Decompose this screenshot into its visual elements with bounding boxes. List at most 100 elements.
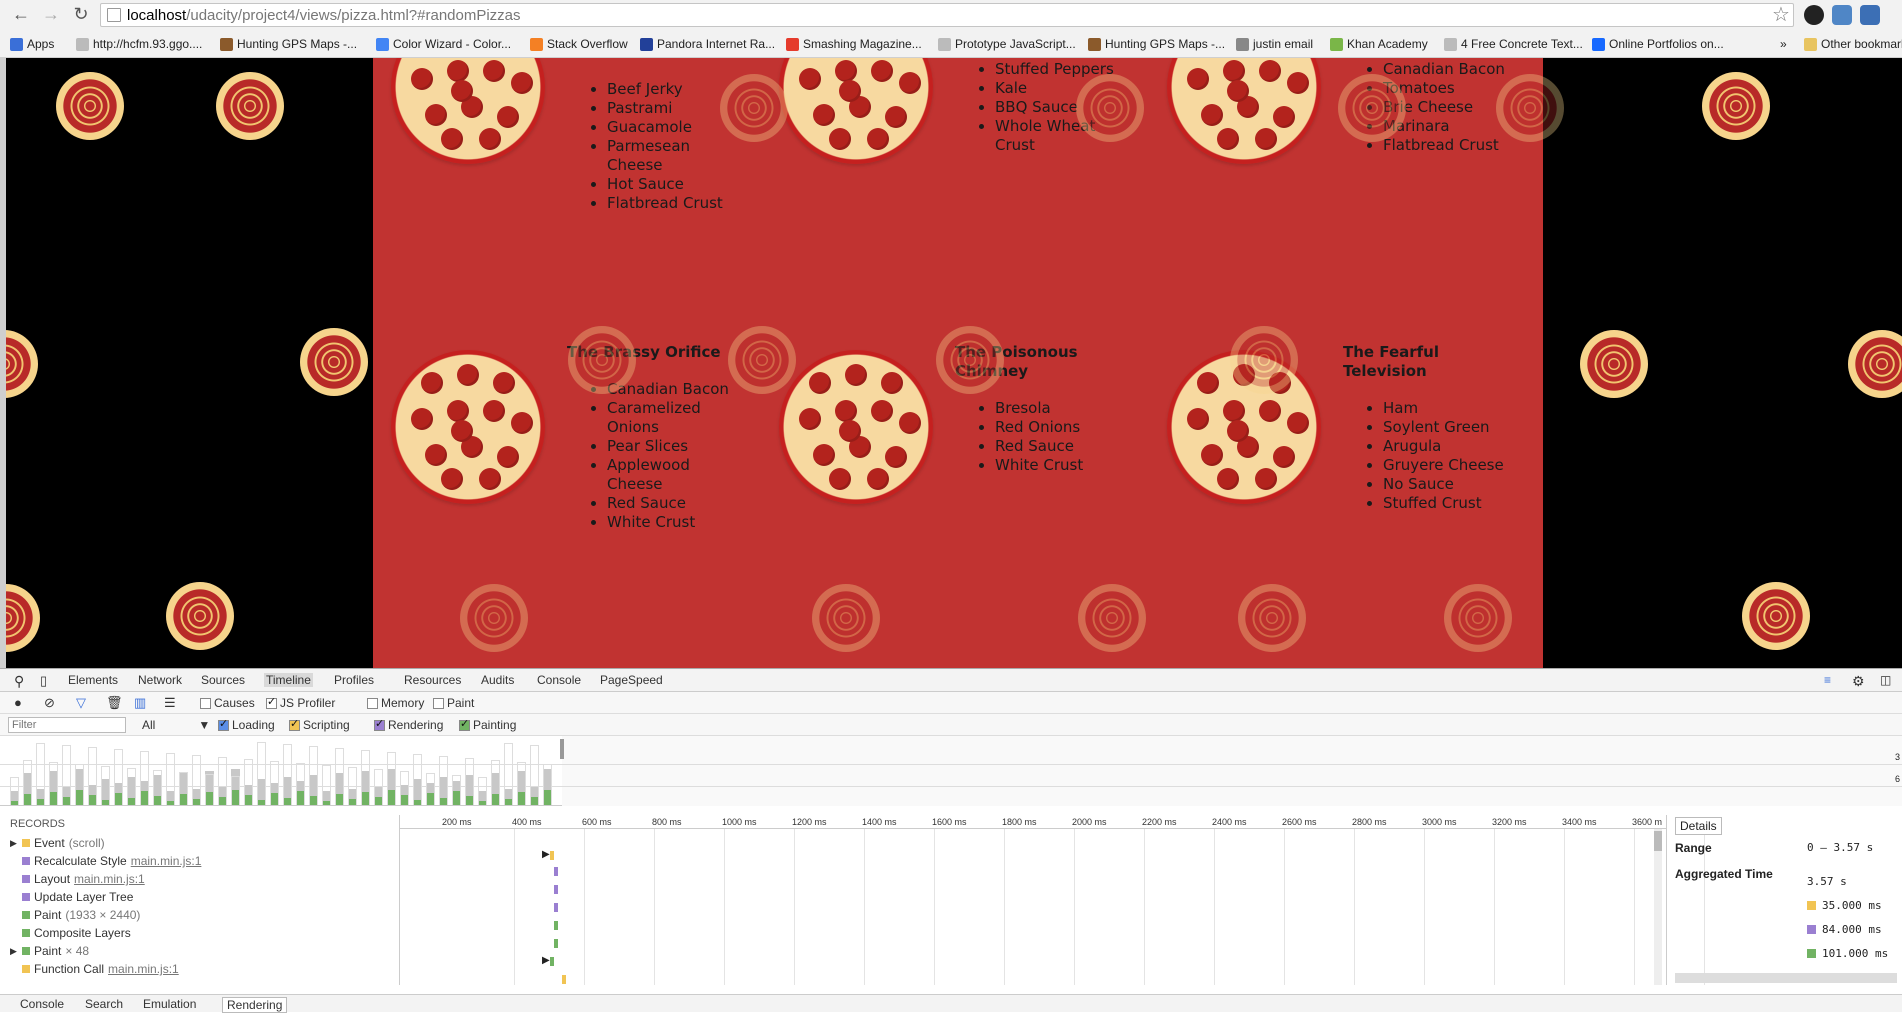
forward-arrow-icon[interactable]: → bbox=[40, 3, 62, 25]
bookmark-item[interactable]: Hunting GPS Maps -... bbox=[220, 35, 357, 53]
tab-network[interactable]: Network bbox=[138, 673, 182, 687]
record-row[interactable]: Paint (1933 × 2440) bbox=[10, 908, 140, 922]
checkbox-memory[interactable]: Memory bbox=[367, 696, 424, 710]
drawer-tab-console[interactable]: Console bbox=[20, 997, 64, 1011]
record-source-link[interactable]: main.min.js:1 bbox=[131, 854, 202, 868]
aggregated-item-value: 101.000 ms bbox=[1822, 947, 1889, 960]
settings-gear-icon[interactable]: ⚙ bbox=[1852, 673, 1865, 690]
record-row[interactable]: Recalculate Style main.min.js:1 bbox=[10, 854, 201, 868]
timeline-ruler: 200 ms 400 ms 600 ms 800 ms 1000 ms 1200 ms 14… bbox=[400, 815, 1666, 829]
checkbox-box[interactable] bbox=[266, 695, 277, 709]
collapse-arrow-icon[interactable]: ▶ bbox=[542, 955, 550, 966]
record-icon[interactable]: ● bbox=[14, 695, 22, 710]
tab-pagespeed[interactable]: PageSpeed bbox=[600, 673, 663, 687]
checkbox-box[interactable] bbox=[374, 717, 385, 731]
checkbox-box[interactable] bbox=[367, 697, 378, 709]
record-row[interactable]: ▶ Event (scroll) bbox=[10, 836, 105, 850]
vertical-scrollbar[interactable] bbox=[0, 58, 6, 668]
record-row[interactable]: ▶ Paint × 48 bbox=[10, 944, 89, 958]
other-bookmarks-folder[interactable]: Other bookmarks bbox=[1804, 35, 1902, 53]
filter-input[interactable] bbox=[8, 717, 126, 733]
category-scripting[interactable]: Scripting bbox=[289, 717, 350, 732]
expander-icon[interactable]: ▶ bbox=[10, 946, 18, 957]
tab-resources[interactable]: Resources bbox=[404, 673, 461, 687]
bookmark-item[interactable]: Smashing Magazine... bbox=[786, 35, 922, 53]
flame-view-icon[interactable]: ☰ bbox=[164, 695, 176, 711]
category-painting[interactable]: Painting bbox=[459, 717, 516, 732]
pepperoni-icon bbox=[867, 468, 889, 490]
back-arrow-icon[interactable]: ← bbox=[10, 3, 32, 25]
scrollbar-thumb[interactable] bbox=[1654, 831, 1662, 851]
filter-icon[interactable]: ▽ bbox=[76, 695, 86, 711]
checkbox-box[interactable] bbox=[218, 717, 229, 731]
drawer-tab-emulation[interactable]: Emulation bbox=[143, 997, 196, 1011]
pepperoni-icon bbox=[1197, 372, 1219, 394]
ruler-tick-label: 3400 ms bbox=[1562, 817, 1597, 827]
pepperoni-icon bbox=[441, 128, 463, 150]
bar-view-icon[interactable]: ▥ bbox=[134, 695, 146, 711]
bookmark-item[interactable]: justin email bbox=[1236, 35, 1313, 53]
timeline-grid[interactable]: ▶ ▶ bbox=[400, 829, 1705, 985]
page-viewport[interactable]: Beef JerkyPastramiGuacamoleParmesean Che… bbox=[0, 58, 1902, 668]
address-bar[interactable]: localhost/udacity/project4/views/pizza.h… bbox=[100, 3, 1794, 27]
bookmarks-overflow-button[interactable]: » bbox=[1780, 35, 1787, 53]
record-row[interactable]: Update Layer Tree bbox=[10, 890, 133, 904]
drawer-tab-search[interactable]: Search bbox=[85, 997, 123, 1011]
checkbox-causes[interactable]: Causes bbox=[200, 696, 255, 710]
tab-timeline[interactable]: Timeline bbox=[264, 673, 313, 687]
clear-icon[interactable]: ⊘ bbox=[44, 695, 55, 711]
checkbox-box[interactable] bbox=[459, 717, 470, 731]
checkbox-js-profiler[interactable]: JS Profiler bbox=[266, 695, 335, 710]
details-tab[interactable]: Details bbox=[1675, 817, 1722, 835]
bookmark-star-icon[interactable]: ☆ bbox=[1772, 2, 1790, 27]
tab-sources[interactable]: Sources bbox=[201, 673, 245, 687]
checkbox-paint[interactable]: Paint bbox=[433, 696, 474, 710]
record-row[interactable]: Function Call main.min.js:1 bbox=[10, 962, 179, 976]
checkbox-box[interactable] bbox=[289, 717, 300, 731]
bookmark-item[interactable]: Hunting GPS Maps -... bbox=[1088, 35, 1225, 53]
search-icon[interactable]: ⚲ bbox=[14, 673, 24, 690]
aggregated-item-value: 84.000 ms bbox=[1822, 923, 1882, 936]
bookmark-item[interactable]: 4 Free Concrete Text... bbox=[1444, 35, 1583, 53]
drawer-toggle-icon[interactable]: ≡ bbox=[1824, 673, 1831, 687]
background-pizza-icon bbox=[1338, 74, 1406, 142]
reload-icon[interactable]: ↻ bbox=[70, 3, 92, 25]
checkbox-box[interactable] bbox=[433, 697, 444, 709]
record-source-link[interactable]: main.min.js:1 bbox=[108, 962, 179, 976]
bookmark-item[interactable]: Stack Overflow bbox=[530, 35, 628, 53]
bookmark-item[interactable]: Prototype JavaScript... bbox=[938, 35, 1076, 53]
extension-window-icon[interactable] bbox=[1832, 5, 1852, 25]
dock-icon[interactable]: ◫ bbox=[1880, 673, 1891, 687]
extension-gear-icon[interactable] bbox=[1804, 5, 1824, 25]
bookmark-item[interactable]: Online Portfolios on... bbox=[1592, 35, 1724, 53]
timeline-overview[interactable]: 3 6 bbox=[0, 736, 1902, 806]
grid-line bbox=[1214, 829, 1215, 985]
record-row[interactable]: Composite Layers bbox=[10, 926, 131, 940]
overview-handle[interactable] bbox=[560, 739, 564, 759]
category-loading[interactable]: Loading bbox=[218, 717, 275, 732]
extension-pagespeed-icon[interactable] bbox=[1860, 5, 1880, 25]
bookmark-item[interactable]: Pandora Internet Ra... bbox=[640, 35, 775, 53]
record-row[interactable]: Layout main.min.js:1 bbox=[10, 872, 145, 886]
garbage-collect-icon[interactable]: 🗑 bbox=[106, 695, 123, 711]
horizontal-scrollbar[interactable] bbox=[1675, 973, 1897, 983]
bookmark-item[interactable]: http://hcfm.93.ggo.... bbox=[76, 35, 202, 53]
tab-audits[interactable]: Audits bbox=[481, 673, 514, 687]
device-mode-icon[interactable]: ▯ bbox=[40, 673, 47, 689]
tab-elements[interactable]: Elements bbox=[68, 673, 118, 687]
tab-console[interactable]: Console bbox=[537, 673, 581, 687]
collapse-arrow-icon[interactable]: ▶ bbox=[542, 849, 550, 860]
frame-bar-outline bbox=[504, 743, 513, 805]
filter-select[interactable]: All ▼ bbox=[142, 718, 210, 732]
record-source-link[interactable]: main.min.js:1 bbox=[74, 872, 145, 886]
tab-profiles[interactable]: Profiles bbox=[334, 673, 374, 687]
checkbox-box[interactable] bbox=[200, 697, 211, 709]
bookmark-item[interactable]: Color Wizard - Color... bbox=[376, 35, 511, 53]
bookmark-item[interactable]: Khan Academy bbox=[1330, 35, 1428, 53]
bookmark-favicon-icon bbox=[640, 37, 653, 51]
bookmark-item[interactable]: Apps bbox=[10, 35, 54, 53]
category-rendering[interactable]: Rendering bbox=[374, 717, 443, 732]
expander-icon[interactable]: ▶ bbox=[10, 838, 18, 849]
grid-scrollbar[interactable] bbox=[1654, 829, 1662, 985]
pepperoni-icon bbox=[483, 400, 505, 422]
